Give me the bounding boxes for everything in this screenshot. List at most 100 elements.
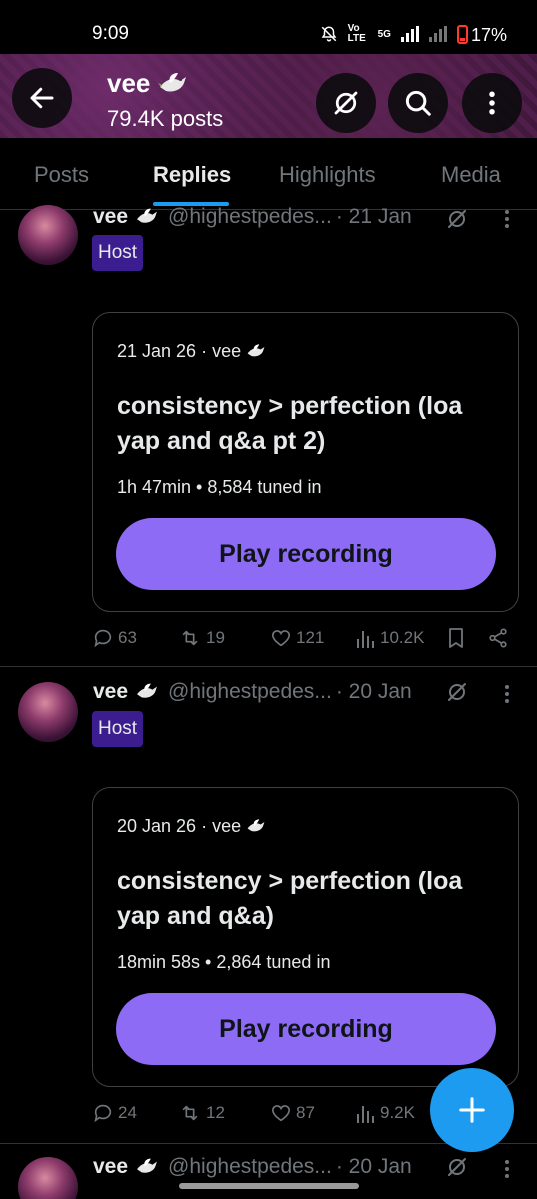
host-badge: Host: [92, 235, 144, 271]
heart-icon: [271, 630, 291, 647]
post-actions: 63 19 121 10.2K: [92, 627, 522, 657]
play-recording-button[interactable]: Play recording: [116, 993, 496, 1065]
tab-media[interactable]: Media: [441, 162, 501, 188]
author-name[interactable]: vee: [93, 205, 128, 229]
heart-icon: [271, 1105, 291, 1122]
post-author-line: vee @highestpedes... · 21 Jan: [93, 205, 412, 229]
space-card[interactable]: 21 Jan 26 · vee consistency > perfection…: [92, 312, 519, 612]
post-author-line: vee @highestpedes... · 20 Jan: [93, 1155, 412, 1179]
share-icon[interactable]: [487, 627, 509, 649]
repost-button[interactable]: 12: [178, 1102, 225, 1124]
repost-count: 12: [206, 1103, 225, 1122]
repost-count: 19: [206, 628, 225, 647]
views-count: 10.2K: [380, 628, 425, 647]
author-handle[interactable]: @highestpedes...: [168, 680, 332, 704]
reply-icon: [94, 629, 112, 648]
avatar[interactable]: [18, 682, 78, 742]
repost-icon: [182, 1105, 198, 1121]
author-name[interactable]: vee: [93, 1155, 128, 1179]
plus-icon: [459, 1097, 485, 1123]
battery-icon: [456, 25, 468, 44]
like-button[interactable]: 87: [270, 1102, 315, 1124]
grok-icon[interactable]: [445, 207, 469, 231]
like-count: 87: [296, 1103, 315, 1122]
search-icon: [405, 90, 431, 116]
signal-label: 5G: [377, 28, 391, 40]
repost-icon: [182, 630, 198, 646]
timeline-post[interactable]: vee @highestpedes... · 21 Jan Host 21 Ja…: [0, 195, 537, 667]
author-handle[interactable]: @highestpedes...: [168, 1155, 332, 1179]
space-title: consistency > perfection (loa yap and q&…: [117, 867, 463, 930]
space-meta: 20 Jan 26 · vee: [117, 816, 267, 837]
space-date-host: 21 Jan 26 · vee: [117, 341, 242, 361]
views-icon: [357, 631, 374, 648]
space-card[interactable]: 20 Jan 26 · vee consistency > perfection…: [92, 787, 519, 1087]
bookmark-icon[interactable]: [446, 627, 466, 649]
tab-highlights[interactable]: Highlights: [279, 162, 376, 188]
battery-indicator: 17%: [456, 22, 507, 46]
post-date[interactable]: · 21 Jan: [336, 205, 412, 229]
profile-post-count: 79.4K posts: [107, 106, 224, 131]
views-button[interactable]: 10.2K: [356, 627, 424, 649]
status-icons: Vo LTE 5G 17%: [320, 22, 507, 46]
more-options-button[interactable]: [462, 73, 522, 133]
dove-icon: [137, 683, 157, 698]
more-vert-icon[interactable]: [500, 1157, 514, 1181]
like-button[interactable]: 121: [270, 627, 324, 649]
views-icon: [357, 1106, 374, 1123]
reply-icon: [94, 1104, 112, 1123]
dove-icon: [247, 819, 265, 832]
post-date[interactable]: · 20 Jan: [336, 680, 412, 704]
host-badge: Host: [92, 711, 144, 747]
author-name[interactable]: vee: [93, 680, 128, 704]
author-handle[interactable]: @highestpedes...: [168, 205, 332, 229]
back-button[interactable]: [12, 68, 72, 128]
reply-button[interactable]: 24: [92, 1102, 137, 1124]
search-button[interactable]: [388, 73, 448, 133]
reply-count: 63: [118, 628, 137, 647]
compose-post-button[interactable]: [430, 1068, 514, 1152]
signal-icon: [400, 26, 419, 42]
avatar[interactable]: [18, 1157, 78, 1199]
status-time: 9:09: [92, 23, 129, 44]
avatar[interactable]: [18, 205, 78, 265]
signal-weak-icon: [428, 26, 447, 42]
space-stats: 18min 58s • 2,864 tuned in: [117, 952, 331, 972]
timeline-post[interactable]: vee @highestpedes... · 20 Jan: [0, 1145, 537, 1199]
space-stats: 1h 47min • 8,584 tuned in: [117, 477, 322, 497]
home-indicator[interactable]: [179, 1183, 359, 1189]
more-vert-icon[interactable]: [500, 682, 514, 706]
grok-icon: [334, 91, 358, 115]
repost-button[interactable]: 19: [178, 627, 225, 649]
dove-icon: [137, 1158, 157, 1173]
views-count: 9.2K: [380, 1103, 415, 1122]
grok-icon[interactable]: [445, 680, 469, 704]
reply-button[interactable]: 63: [92, 627, 137, 649]
views-button[interactable]: 9.2K: [356, 1102, 415, 1124]
tab-posts[interactable]: Posts: [34, 162, 89, 188]
post-date[interactable]: · 20 Jan: [336, 1155, 412, 1179]
more-vert-icon[interactable]: [500, 207, 514, 231]
space-date-host: 20 Jan 26 · vee: [117, 816, 242, 836]
profile-name-row: vee: [107, 68, 190, 99]
dove-icon: [158, 72, 187, 92]
profile-header: vee 79.4K posts: [0, 54, 537, 138]
grok-icon[interactable]: [445, 1155, 469, 1179]
tab-replies[interactable]: Replies: [153, 162, 231, 188]
reply-count: 24: [118, 1103, 137, 1122]
network-label: Vo LTE: [347, 23, 366, 44]
space-title: consistency > perfection (loa yap and q&…: [117, 392, 463, 455]
like-count: 121: [296, 628, 325, 647]
profile-name: vee: [107, 68, 151, 98]
battery-percent: 17%: [470, 25, 507, 45]
mute-icon: [321, 26, 337, 42]
dove-icon: [247, 344, 265, 357]
post-author-line: vee @highestpedes... · 20 Jan: [93, 680, 412, 704]
grok-button[interactable]: [316, 73, 376, 133]
dove-icon: [137, 208, 157, 223]
space-meta: 21 Jan 26 · vee: [117, 341, 267, 362]
more-vert-icon: [489, 91, 495, 115]
back-arrow-icon: [30, 87, 54, 109]
status-bar: 9:09 Vo LTE 5G 17%: [0, 0, 537, 54]
play-recording-button[interactable]: Play recording: [116, 518, 496, 590]
